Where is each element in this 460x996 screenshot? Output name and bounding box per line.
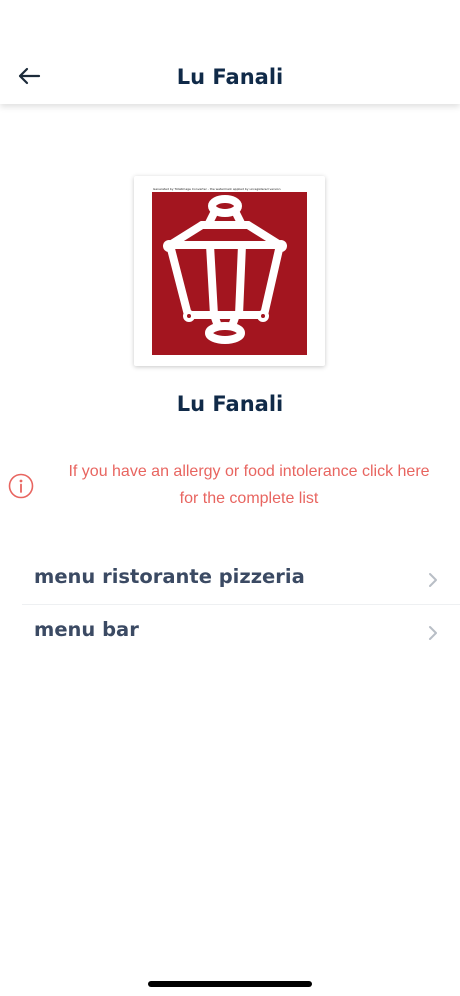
allergy-notice-text: If you have an allergy or food intoleran… bbox=[44, 458, 454, 512]
allergy-notice-line-1: If you have an allergy or food intoleran… bbox=[68, 463, 430, 480]
street-lantern-icon bbox=[163, 195, 287, 344]
menu-list: menu ristorante pizzeria menu bar bbox=[22, 552, 460, 657]
page-title: Lu Fanali bbox=[176, 65, 284, 89]
menu-item-label: menu bar bbox=[34, 618, 139, 641]
menu-item-ristorante-pizzeria[interactable]: menu ristorante pizzeria bbox=[22, 552, 460, 605]
allergy-notice-line-2: for the complete list bbox=[179, 490, 319, 507]
restaurant-logo: Generated by TotalImage Converter - the … bbox=[134, 176, 325, 366]
chevron-right-icon bbox=[429, 573, 437, 587]
menu-item-bar[interactable]: menu bar bbox=[22, 605, 460, 657]
info-icon bbox=[8, 473, 34, 499]
logo-background: Generated by TotalImage Converter - the … bbox=[152, 187, 307, 355]
allergy-notice-link[interactable]: If you have an allergy or food intoleran… bbox=[0, 458, 460, 518]
arrow-left-icon bbox=[18, 67, 41, 85]
menu-item-label: menu ristorante pizzeria bbox=[34, 565, 305, 588]
restaurant-name: Lu Fanali bbox=[176, 392, 284, 416]
top-app-bar: Lu Fanali bbox=[0, 0, 460, 104]
chevron-right-icon bbox=[429, 626, 437, 640]
home-indicator[interactable] bbox=[148, 981, 312, 987]
back-button[interactable] bbox=[12, 62, 46, 90]
